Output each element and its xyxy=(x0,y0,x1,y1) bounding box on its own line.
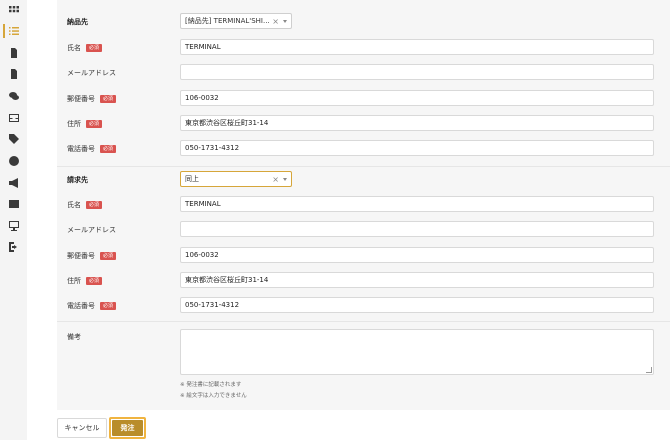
delivery-phone-input[interactable]: 050-1731-4312 xyxy=(180,140,654,156)
remarks-note-1: ※ 発注書に記載されます xyxy=(180,382,242,388)
tag-icon[interactable] xyxy=(7,133,20,145)
order-button-focus-ring: 発注 xyxy=(109,417,146,439)
required-badge: 必須 xyxy=(86,44,103,52)
delivery-email-label-text: メールアドレス xyxy=(67,69,116,77)
billing-address-input[interactable]: 東京都渋谷区桜丘町31-14 xyxy=(180,272,654,288)
billing-email-label-text: メールアドレス xyxy=(67,226,116,234)
order-button[interactable]: 発注 xyxy=(112,420,143,436)
billing-phone-input[interactable]: 050-1731-4312 xyxy=(180,297,654,313)
remarks-note-2: ※ 絵文字は入力できません xyxy=(180,393,247,399)
clear-icon[interactable]: × xyxy=(272,175,279,184)
required-badge: 必須 xyxy=(100,302,117,310)
file-icon[interactable] xyxy=(7,68,20,80)
delivery-select[interactable]: [納品先] TERMINAL'SHI... × xyxy=(180,13,292,29)
delivery-email-label: メールアドレス xyxy=(67,68,116,78)
billing-postal-label-text: 郵便番号 xyxy=(67,252,95,260)
chevron-down-icon[interactable] xyxy=(283,19,287,23)
delivery-address-label-text: 住所 xyxy=(67,120,81,128)
delivery-select-value: [納品先] TERMINAL'SHI... xyxy=(185,17,270,25)
cancel-button[interactable]: キャンセル xyxy=(57,418,107,438)
chat-icon[interactable] xyxy=(7,90,20,102)
billing-section-label: 請求先 xyxy=(67,176,88,184)
delivery-phone-label: 電話番号 必須 xyxy=(67,144,117,154)
section-divider xyxy=(57,166,670,167)
delivery-address-input[interactable]: 東京都渋谷区桜丘町31-14 xyxy=(180,115,654,131)
document-icon[interactable] xyxy=(7,47,20,59)
delivery-section-label: 納品先 xyxy=(67,18,88,26)
list-icon[interactable] xyxy=(7,25,20,37)
delivery-name-input[interactable]: TERMINAL xyxy=(180,39,654,55)
id-card-icon[interactable] xyxy=(7,198,20,210)
billing-phone-label-text: 電話番号 xyxy=(67,302,95,310)
help-icon[interactable] xyxy=(7,155,20,167)
billing-postal-label: 郵便番号 必須 xyxy=(67,251,117,261)
remarks-textarea[interactable] xyxy=(180,329,654,375)
sidebar-active-indicator xyxy=(3,24,5,38)
billing-email-label: メールアドレス xyxy=(67,225,116,235)
chevron-down-icon[interactable] xyxy=(283,177,287,181)
delivery-postal-label-text: 郵便番号 xyxy=(67,95,95,103)
delivery-name-label: 氏名 必須 xyxy=(67,43,103,53)
sidebar xyxy=(0,0,27,440)
delivery-postal-label: 郵便番号 必須 xyxy=(67,94,117,104)
required-badge: 必須 xyxy=(100,145,117,153)
resize-handle-icon[interactable] xyxy=(646,367,652,373)
grid-icon[interactable] xyxy=(7,5,20,17)
billing-name-label-text: 氏名 xyxy=(67,201,81,209)
required-badge: 必須 xyxy=(100,252,117,260)
billing-address-label: 住所 必須 xyxy=(67,276,103,286)
billing-address-label-text: 住所 xyxy=(67,277,81,285)
billing-email-input[interactable] xyxy=(180,221,654,237)
billing-phone-label: 電話番号 必須 xyxy=(67,301,117,311)
billing-postal-input[interactable]: 106-0032 xyxy=(180,247,654,263)
remarks-label-text: 備考 xyxy=(67,333,81,341)
inbox-icon[interactable] xyxy=(7,112,20,124)
billing-name-label: 氏名 必須 xyxy=(67,200,103,210)
delivery-phone-label-text: 電話番号 xyxy=(67,145,95,153)
delivery-email-input[interactable] xyxy=(180,64,654,80)
billing-name-input[interactable]: TERMINAL xyxy=(180,196,654,212)
remarks-label: 備考 xyxy=(67,332,81,342)
required-badge: 必須 xyxy=(86,277,103,285)
required-badge: 必須 xyxy=(86,120,103,128)
main-content: 納品先 [納品先] TERMINAL'SHI... × 氏名 必須 TERMINA… xyxy=(27,0,670,440)
monitor-icon[interactable] xyxy=(7,220,20,232)
section-divider xyxy=(57,321,670,322)
delivery-address-label: 住所 必須 xyxy=(67,119,103,129)
required-badge: 必須 xyxy=(86,201,103,209)
delivery-name-label-text: 氏名 xyxy=(67,44,81,52)
billing-select[interactable]: 同上 × xyxy=(180,171,292,187)
delivery-postal-input[interactable]: 106-0032 xyxy=(180,90,654,106)
megaphone-icon[interactable] xyxy=(7,177,20,189)
billing-select-value: 同上 xyxy=(185,175,199,183)
clear-icon[interactable]: × xyxy=(272,17,279,26)
logout-icon[interactable] xyxy=(7,241,20,253)
required-badge: 必須 xyxy=(100,95,117,103)
